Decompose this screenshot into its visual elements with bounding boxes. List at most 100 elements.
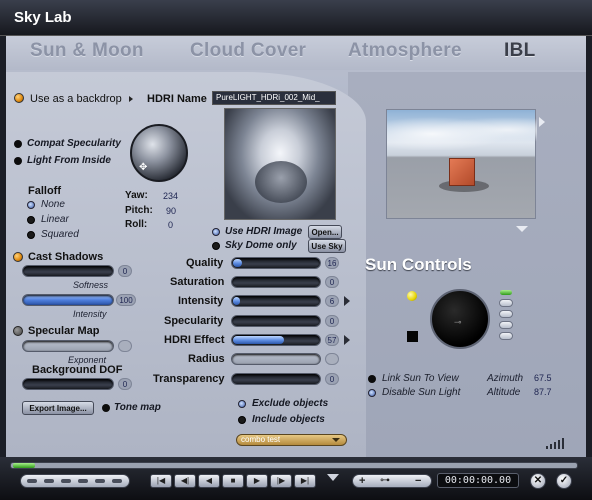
add-key-icon[interactable]: +: [359, 475, 365, 487]
sun-level-led: [500, 290, 512, 295]
tool-slot-2[interactable]: [44, 479, 54, 483]
yaw-value[interactable]: 234: [163, 191, 178, 201]
exponent-value-box[interactable]: [118, 340, 132, 352]
azimuth-value[interactable]: 67.5: [534, 373, 552, 383]
preview-right-arrow-icon[interactable]: [539, 117, 545, 127]
specularity-slider[interactable]: [231, 315, 321, 327]
cast-shadows-indicator-icon[interactable]: [13, 252, 23, 262]
sun-level-step-1[interactable]: [499, 299, 513, 307]
timecode-display[interactable]: 00:00:00.00: [437, 473, 519, 488]
softness-slider[interactable]: [22, 265, 114, 277]
key-tools-group[interactable]: + ⊶ −: [352, 474, 432, 488]
exclude-objects-radio[interactable]: [238, 400, 246, 408]
sun-level-step-4[interactable]: [499, 332, 513, 340]
transport-dropdown-icon[interactable]: [327, 474, 339, 481]
play-reverse-icon[interactable]: ◀: [198, 474, 220, 488]
link-sun-to-view-toggle[interactable]: [368, 375, 376, 383]
sun-level-step-3[interactable]: [499, 321, 513, 329]
pitch-value[interactable]: 90: [166, 206, 176, 216]
timeline-track[interactable]: [10, 462, 578, 469]
tab-atmosphere[interactable]: Atmosphere: [348, 40, 462, 62]
falloff-none-radio[interactable]: [27, 201, 35, 209]
sky-dome-only-radio[interactable]: [212, 242, 220, 250]
specularity-label: Specularity: [164, 315, 224, 327]
step-back-icon[interactable]: ◀|: [174, 474, 196, 488]
cancel-icon[interactable]: ✕: [530, 473, 546, 489]
background-dof-slider[interactable]: [22, 378, 114, 390]
radius-value-box[interactable]: [325, 353, 339, 365]
saturation-value[interactable]: 0: [325, 276, 339, 288]
tab-cloud-cover[interactable]: Cloud Cover: [190, 40, 306, 62]
tab-sun-moon[interactable]: Sun & Moon: [30, 40, 144, 62]
include-objects-label: Include objects: [252, 414, 325, 425]
include-objects-radio[interactable]: [238, 416, 246, 424]
tool-slot-3[interactable]: [61, 479, 71, 483]
specularity-value[interactable]: 0: [325, 315, 339, 327]
sun-level-step-2[interactable]: [499, 310, 513, 318]
hdri-effect-value[interactable]: 57: [325, 334, 339, 346]
use-as-backdrop-label[interactable]: Use as a backdrop: [30, 93, 122, 105]
object-list-combo[interactable]: combo test: [236, 434, 347, 446]
intensity-slider[interactable]: [231, 295, 321, 307]
tool-slot-1[interactable]: [27, 479, 37, 483]
tool-slot-4[interactable]: [78, 479, 88, 483]
intensity-shadow-slider[interactable]: [22, 294, 114, 306]
radius-label: Radius: [188, 353, 225, 365]
export-image-button[interactable]: Export Image...: [22, 401, 94, 415]
sun-position-icon[interactable]: [407, 291, 417, 301]
disable-sun-light-radio[interactable]: [368, 389, 376, 397]
title-bar[interactable]: Sky Lab: [0, 0, 592, 36]
tool-slot-5[interactable]: [95, 479, 105, 483]
stop-icon[interactable]: ■: [222, 474, 244, 488]
confirm-icon[interactable]: ✓: [556, 473, 572, 489]
roll-value[interactable]: 0: [168, 220, 173, 230]
falloff-none-label: None: [41, 199, 65, 210]
tone-map-toggle[interactable]: [102, 404, 110, 412]
backdrop-indicator-icon[interactable]: [14, 93, 24, 103]
remove-key-icon[interactable]: −: [415, 475, 421, 487]
intensity-value[interactable]: 6: [325, 295, 339, 307]
step-forward-icon[interactable]: |▶: [270, 474, 292, 488]
falloff-linear-radio[interactable]: [27, 216, 35, 224]
preview-down-arrow-icon[interactable]: [516, 226, 528, 232]
altitude-value[interactable]: 87.7: [534, 387, 552, 397]
hdri-rotation-sphere[interactable]: ✥: [130, 124, 188, 182]
intensity-shadow-value[interactable]: 100: [116, 294, 136, 306]
specular-map-indicator-icon[interactable]: [13, 326, 23, 336]
compat-specularity-toggle[interactable]: [14, 140, 22, 148]
hdri-name-label: HDRI Name: [147, 93, 207, 105]
timeline-playhead[interactable]: [13, 463, 35, 468]
use-sky-button[interactable]: Use Sky: [308, 239, 346, 253]
radius-slider[interactable]: [231, 353, 321, 365]
sun-stop-icon[interactable]: [407, 331, 418, 342]
tool-slot-6[interactable]: [112, 479, 122, 483]
hdri-effect-expand-arrow-icon[interactable]: [344, 335, 350, 345]
use-hdri-image-radio[interactable]: [212, 228, 220, 236]
keyframe-tools-group[interactable]: [20, 474, 130, 488]
background-dof-value[interactable]: 0: [118, 378, 132, 390]
hdri-name-field[interactable]: PureLIGHT_HDRi_002_Mid_: [212, 91, 336, 105]
quality-slider[interactable]: [231, 257, 321, 269]
transparency-value[interactable]: 0: [325, 373, 339, 385]
sun-direction-trackball[interactable]: ⊸: [430, 289, 490, 349]
intensity-expand-arrow-icon[interactable]: [344, 296, 350, 306]
falloff-squared-radio[interactable]: [27, 231, 35, 239]
light-from-inside-toggle[interactable]: [14, 157, 22, 165]
scene-preview[interactable]: [386, 109, 537, 219]
go-to-end-icon[interactable]: ▶|: [294, 474, 316, 488]
key-icon-button[interactable]: ⊶: [380, 475, 390, 487]
quality-value[interactable]: 16: [325, 257, 339, 269]
exponent-slider[interactable]: [22, 340, 114, 352]
hdri-image-preview[interactable]: [224, 108, 336, 220]
play-icon[interactable]: ▶: [246, 474, 268, 488]
softness-value[interactable]: 0: [118, 265, 132, 277]
cast-shadows-label[interactable]: Cast Shadows: [28, 251, 103, 263]
hdri-effect-slider[interactable]: [231, 334, 321, 346]
open-button[interactable]: Open...: [308, 225, 342, 239]
saturation-slider[interactable]: [231, 276, 321, 288]
exclude-objects-label: Exclude objects: [252, 398, 329, 409]
specular-map-label[interactable]: Specular Map: [28, 325, 100, 337]
tab-ibl[interactable]: IBL: [504, 40, 536, 62]
go-to-start-icon[interactable]: |◀: [150, 474, 172, 488]
transparency-slider[interactable]: [231, 373, 321, 385]
